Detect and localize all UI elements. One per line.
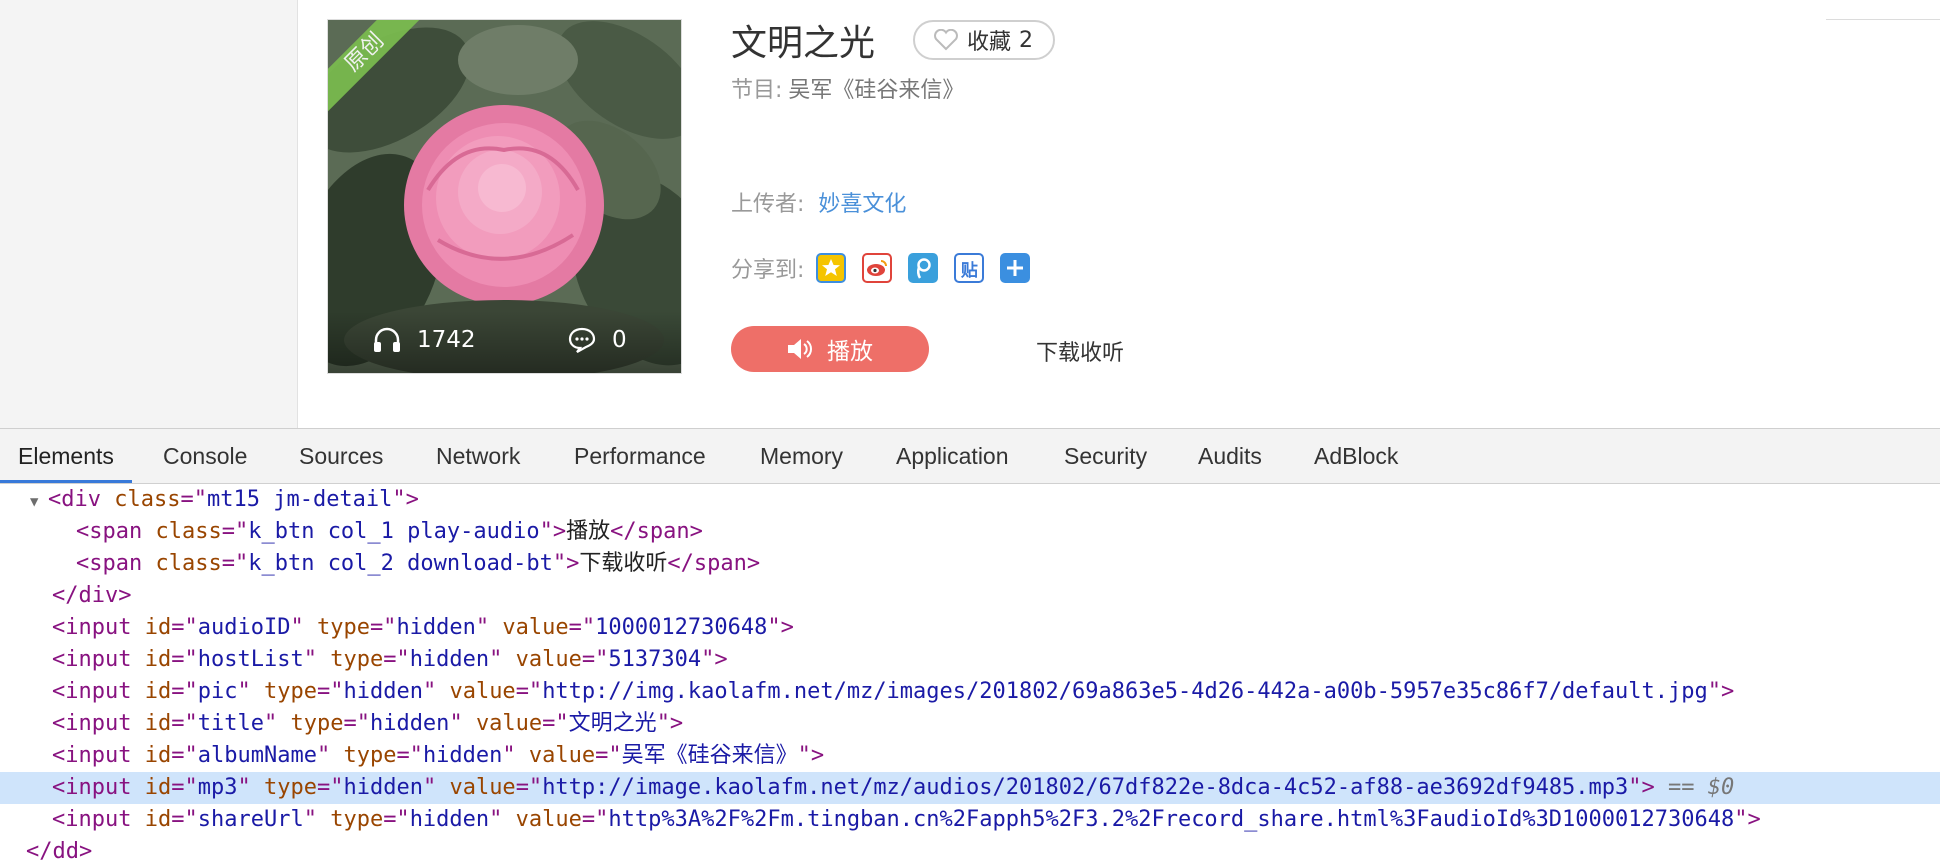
headphones-icon [374, 327, 400, 352]
tree-node-dd-close[interactable]: </dd> [0, 836, 1940, 868]
uploader-link[interactable]: 妙喜文化 [818, 192, 906, 217]
play-label: 播放 [827, 339, 873, 365]
favorite-label: 收藏 [967, 30, 1012, 55]
tree-node-input-pic[interactable]: <input id="pic" type="hidden" value="htt… [0, 676, 1940, 708]
comment-stat: 0 [568, 327, 627, 353]
tab-memory[interactable]: Memory [760, 429, 843, 483]
uploader-label: 上传者: [731, 192, 805, 217]
tab-security[interactable]: Security [1064, 429, 1147, 483]
share-row: 分享到: 贴 [731, 252, 1046, 284]
tieba-icon[interactable]: 贴 [954, 253, 985, 283]
tree-node-input-mp3-selected[interactable]: <input id="mp3" type="hidden" value="htt… [0, 772, 1940, 804]
tree-node-input-title[interactable]: <input id="title" type="hidden" value="文… [0, 708, 1940, 740]
heart-icon [934, 29, 958, 51]
tencent-weibo-icon[interactable] [908, 253, 939, 283]
speaker-icon [788, 339, 812, 359]
qzone-icon[interactable] [816, 253, 847, 283]
weibo-icon[interactable] [862, 253, 893, 283]
comment-count: 0 [612, 327, 627, 353]
divider [1826, 19, 1940, 20]
tab-audits[interactable]: Audits [1198, 429, 1262, 483]
favorite-button[interactable]: 收藏 2 [913, 20, 1056, 60]
tab-network[interactable]: Network [436, 429, 520, 483]
program-title: 文明之光 [731, 23, 876, 64]
share-icons: 贴 [816, 253, 1046, 283]
cover-image[interactable]: 原创 1742 0 [327, 19, 682, 374]
web-page: 原创 1742 0 文明之光 收藏 2 节目: 吴军《硅谷来信》 上传者: 妙喜… [0, 0, 1940, 428]
tree-node-input-audioid[interactable]: <input id="audioID" type="hidden" value=… [0, 612, 1940, 644]
play-button[interactable]: 播放 [731, 326, 929, 372]
left-gutter [0, 0, 298, 428]
collapse-triangle-icon[interactable]: ▼ [30, 486, 48, 518]
tab-performance[interactable]: Performance [574, 429, 706, 483]
uploader-row: 上传者: 妙喜文化 [731, 186, 906, 218]
devtools-panel: Elements Console Sources Network Perform… [0, 428, 1940, 865]
listen-stat: 1742 [373, 327, 476, 353]
comment-icon [568, 327, 596, 353]
tree-node-input-albumname[interactable]: <input id="albumName" type="hidden" valu… [0, 740, 1940, 772]
more-share-icon[interactable] [1000, 253, 1031, 283]
tree-node-div[interactable]: ▼ <div class="mt15 jm-detail"> [0, 484, 1940, 516]
program-row: 节目: 吴军《硅谷来信》 [731, 72, 964, 104]
tree-node-span-play[interactable]: <span class="k_btn col_1 play-audio">播放<… [0, 516, 1940, 548]
tab-sources[interactable]: Sources [299, 429, 383, 483]
share-label: 分享到: [731, 258, 805, 283]
tree-node-div-close[interactable]: </div> [0, 580, 1940, 612]
tree-node-input-shareurl[interactable]: <input id="shareUrl" type="hidden" value… [0, 804, 1940, 836]
tree-node-input-hostlist[interactable]: <input id="hostList" type="hidden" value… [0, 644, 1940, 676]
title-row: 文明之光 收藏 2 [731, 16, 1056, 64]
program-label: 节目: [731, 78, 783, 103]
tab-elements[interactable]: Elements [0, 429, 132, 483]
favorite-count: 2 [1019, 27, 1034, 53]
cover-stats: 1742 0 [328, 311, 681, 373]
tab-adblock[interactable]: AdBlock [1314, 429, 1398, 483]
devtools-tabbar: Elements Console Sources Network Perform… [0, 429, 1940, 484]
program-value[interactable]: 吴军《硅谷来信》 [788, 78, 964, 103]
tree-node-span-download[interactable]: <span class="k_btn col_2 download-bt">下载… [0, 548, 1940, 580]
selected-marker: == $0 [1668, 775, 1735, 800]
listen-count: 1742 [417, 327, 476, 353]
tab-application[interactable]: Application [896, 429, 1009, 483]
tab-console[interactable]: Console [163, 429, 247, 483]
download-link[interactable]: 下载收听 [1036, 335, 1124, 367]
